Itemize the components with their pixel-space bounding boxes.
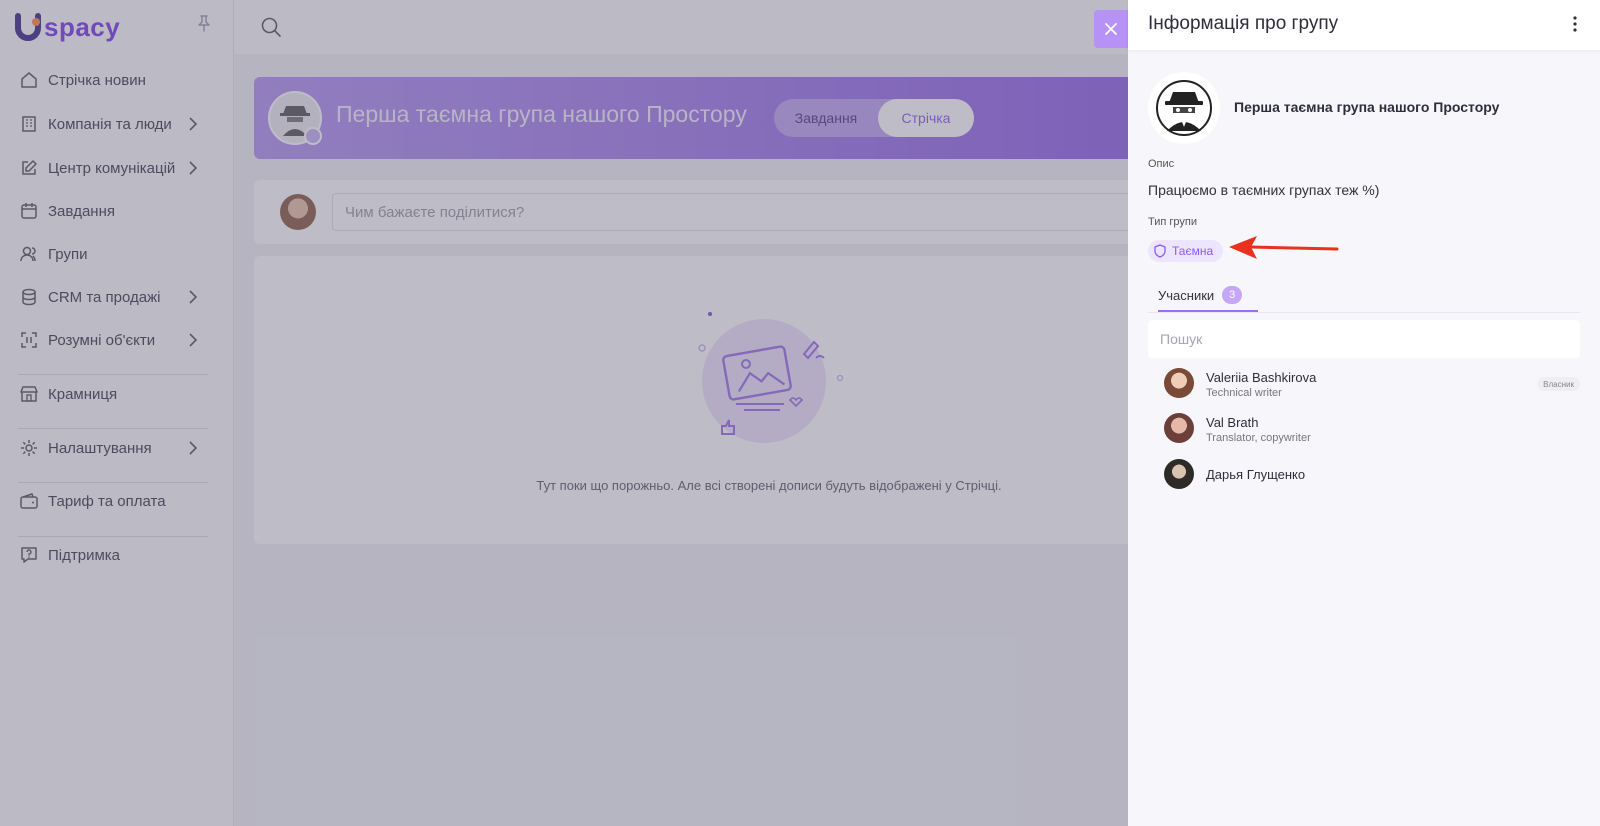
members-search-input[interactable]: Пошук [1148,320,1580,358]
member-role: Translator, copywriter [1206,432,1311,444]
group-type-label: Тип групи [1148,216,1198,228]
member-row[interactable]: Valeriia Bashkirova Technical writer Вла… [1164,368,1580,402]
shield-icon [1154,244,1166,258]
owner-badge: Власник [1537,377,1580,391]
member-name: Val Brath [1206,415,1259,430]
panel-header: Інформація про групу [1128,0,1600,50]
member-role: Technical writer [1206,387,1282,399]
description-label: Опис [1148,158,1175,170]
group-avatar [1148,72,1220,144]
member-name: Дарья Глущенко [1206,467,1306,482]
close-panel-button[interactable] [1094,10,1128,48]
tab-members[interactable]: Учасники 3 [1158,278,1243,312]
group-description: Працюємо в таємних групах теж %) [1148,182,1380,198]
group-type-value: Таємна [1172,244,1214,258]
tab-divider [1148,312,1580,313]
close-icon [1105,23,1117,35]
spy-icon [1156,80,1212,136]
avatar [1164,459,1194,489]
members-count-badge: 3 [1222,286,1243,304]
group-info-panel: Інформація про групу Перша таємна група … [1128,0,1600,826]
modal-overlay[interactable] [0,0,1128,826]
member-row[interactable]: Val Brath Translator, copywriter [1164,413,1580,447]
panel-title: Інформація про групу [1148,13,1339,34]
avatar [1164,413,1194,443]
tab-members-label: Учасники [1158,287,1215,303]
member-row[interactable]: Дарья Глущенко [1164,459,1580,493]
member-name: Valeriia Bashkirova [1206,370,1317,385]
avatar [1164,368,1194,398]
annotation-arrow [1229,236,1339,259]
group-type-badge: Таємна [1148,240,1224,262]
more-options-icon[interactable] [1572,15,1578,33]
group-name: Перша таємна група нашого Простору [1234,99,1500,115]
